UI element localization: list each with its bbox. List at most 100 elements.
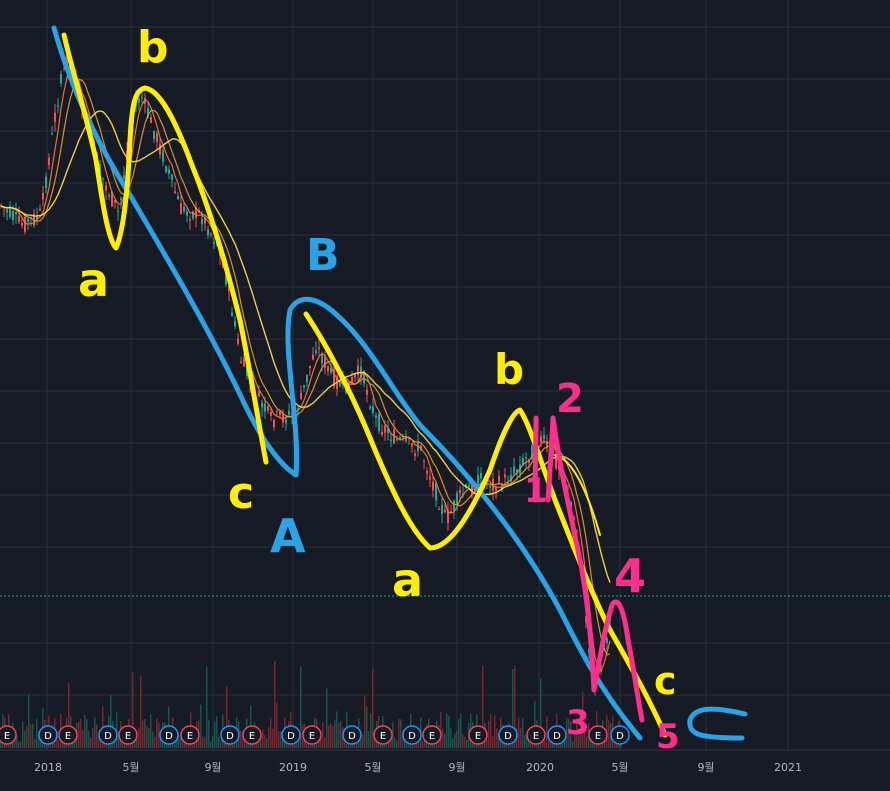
candle-body: [231, 312, 233, 317]
annotation-label: 3: [566, 703, 590, 743]
event-marker[interactable]: E: [180, 725, 200, 745]
event-marker[interactable]: D: [547, 725, 567, 745]
annotation-label: 5: [656, 717, 680, 757]
candle-body: [378, 414, 380, 432]
volume-bar: [88, 731, 90, 748]
x-tick-label: 5월: [611, 761, 628, 774]
event-marker-label: E: [4, 731, 10, 742]
volume-bar: [524, 734, 526, 748]
volume-bar: [460, 713, 462, 748]
volume-bar: [456, 730, 458, 748]
x-tick-label: 5월: [364, 761, 381, 774]
event-marker[interactable]: E: [526, 725, 546, 745]
volume-bar: [214, 722, 216, 748]
x-tick-label: 9월: [697, 761, 714, 774]
event-marker-label: D: [616, 731, 624, 742]
event-marker[interactable]: D: [498, 725, 518, 745]
candle-body: [267, 406, 269, 411]
x-tick-label: 2020: [526, 761, 554, 774]
event-marker-label: D: [104, 731, 112, 742]
volume-bar: [264, 735, 266, 748]
candle-body: [48, 157, 50, 166]
price-chart[interactable]: b a B c A b a 2 1 4 3 c 5 E D E D E D E D E D E D E D…: [0, 0, 890, 791]
event-marker[interactable]: E: [468, 725, 488, 745]
event-marker[interactable]: D: [402, 725, 422, 745]
volume-bar: [220, 740, 222, 748]
event-marker[interactable]: E: [242, 725, 262, 745]
event-marker-label: D: [226, 731, 234, 742]
candle-body: [525, 457, 527, 459]
volume-bar: [608, 720, 610, 748]
candle-body: [369, 407, 371, 409]
event-marker[interactable]: E: [422, 725, 442, 745]
event-marker[interactable]: D: [159, 725, 179, 745]
candle-body: [498, 475, 500, 482]
candle-body: [141, 96, 143, 98]
candle-body: [243, 358, 245, 367]
candle-body: [120, 197, 122, 200]
volume-bar: [280, 731, 282, 748]
volume-bar: [496, 728, 498, 748]
x-tick-label: 2019: [279, 761, 307, 774]
event-marker[interactable]: D: [38, 725, 58, 745]
volume-bar: [34, 738, 36, 748]
volume-bar: [142, 720, 144, 748]
event-marker-label: D: [504, 731, 512, 742]
event-marker[interactable]: D: [281, 725, 301, 745]
event-marker[interactable]: D: [98, 725, 118, 745]
event-marker[interactable]: D: [342, 725, 362, 745]
chart-canvas[interactable]: b a B c A b a 2 1 4 3 c 5 E D E D E D E D E D E D E D…: [0, 0, 890, 791]
event-marker-label: E: [533, 731, 539, 742]
volume-bar: [422, 741, 424, 748]
candle-body: [6, 209, 8, 213]
event-marker[interactable]: E: [373, 725, 393, 745]
volume-bar: [204, 737, 206, 748]
candle-body: [411, 443, 413, 447]
volume-bar: [462, 734, 464, 748]
volume-bar: [396, 740, 398, 748]
event-marker[interactable]: E: [588, 725, 608, 745]
candle-body: [12, 210, 14, 221]
event-marker[interactable]: E: [302, 725, 322, 745]
candle-body: [453, 500, 455, 511]
event-marker[interactable]: D: [220, 725, 240, 745]
volume-bar: [268, 726, 270, 748]
candle-body: [303, 385, 305, 388]
candle-body: [327, 366, 329, 372]
annotation-label: B: [306, 230, 340, 281]
x-tick-label: 9월: [204, 761, 221, 774]
candle-body: [183, 206, 185, 212]
candle-body: [468, 484, 470, 488]
volume-bar: [366, 706, 368, 748]
volume-bar: [26, 725, 28, 748]
volume-bar: [272, 728, 274, 748]
volume-bar: [218, 736, 220, 748]
volume-bar: [322, 722, 324, 748]
candle-body: [186, 211, 188, 216]
candle-body: [18, 216, 20, 222]
annotation-label: 2: [556, 376, 584, 422]
candle-body: [396, 439, 398, 441]
event-marker[interactable]: E: [118, 725, 138, 745]
candle-body: [441, 504, 443, 514]
volume-bar: [200, 704, 202, 748]
event-marker-label: E: [309, 731, 315, 742]
candle-body: [426, 470, 428, 474]
volume-bar: [18, 741, 20, 748]
candle-body: [150, 117, 152, 123]
candle-body: [423, 460, 425, 462]
annotation-label: c: [654, 659, 677, 703]
volume-bar: [276, 702, 278, 748]
annotation-label: A: [270, 509, 306, 563]
candle-body: [201, 218, 203, 225]
candle-body: [375, 415, 377, 418]
event-marker[interactable]: D: [610, 725, 630, 745]
candle-body: [414, 453, 416, 456]
volume-bar: [544, 740, 546, 748]
candle-body: [60, 73, 62, 84]
candle-body: [438, 508, 440, 510]
event-marker[interactable]: E: [0, 725, 17, 745]
event-marker[interactable]: E: [58, 725, 78, 745]
candle-body: [444, 509, 446, 513]
yellow-wave-line-1: [61, 32, 269, 465]
